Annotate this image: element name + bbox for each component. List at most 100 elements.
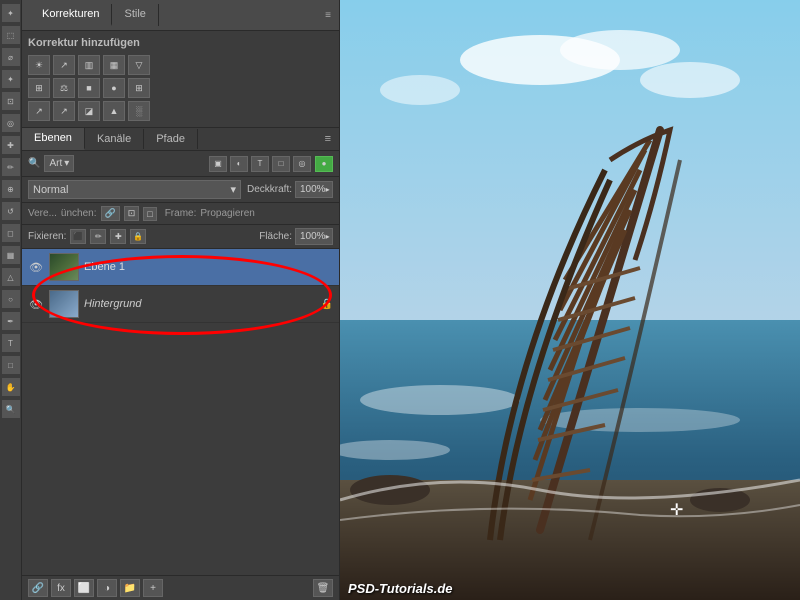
link-layers-btn[interactable]: 🔗 xyxy=(28,579,48,597)
tab-stile[interactable]: Stile xyxy=(112,4,158,26)
corr-colorbalance[interactable]: ⊞ xyxy=(28,78,50,98)
canvas-area: ✛ PSD-Tutorials.de xyxy=(340,0,800,600)
options-bar: Vere... ünchen: 🔗 ⊡ □ Frame: Propagieren xyxy=(22,203,339,225)
corr-posterize[interactable]: ↗ xyxy=(53,101,75,121)
fixieren-label: Fixieren: xyxy=(28,231,66,242)
corr-huesat[interactable]: ▽ xyxy=(128,55,150,75)
fill-control: Fläche: 100% ▸ xyxy=(259,228,333,245)
corrections-row-1: ☀ ↗ ▥ ▦ ▽ xyxy=(28,55,333,75)
corr-photfilter[interactable]: ■ xyxy=(78,78,100,98)
tool-clone[interactable]: ⊕ xyxy=(2,180,20,198)
corr-bw[interactable]: ⚖ xyxy=(53,78,75,98)
filter-smart-btn[interactable]: ◎ xyxy=(293,156,311,172)
new-group-btn[interactable]: 📁 xyxy=(120,579,140,597)
blend-mode-label: Normal xyxy=(33,184,68,196)
tool-eyedrop[interactable]: ◎ xyxy=(2,114,20,132)
corrections-panel-header: Korrekturen Stile ≡ xyxy=(22,0,339,31)
tool-blur[interactable]: △ xyxy=(2,268,20,286)
blend-bar: Normal ▾ Deckkraft: 100% ▸ xyxy=(22,177,339,203)
tool-dodge[interactable]: ○ xyxy=(2,290,20,308)
corr-threshold[interactable]: ◪ xyxy=(78,101,100,121)
layer-visibility-ebene1[interactable]: 👁 xyxy=(28,259,44,275)
layers-area: Ebenen Kanäle Pfade ≡ 🔍 Art ▾ ▣ ◐ T xyxy=(22,128,339,600)
corrections-menu-icon[interactable]: ≡ xyxy=(325,10,331,21)
canvas-image xyxy=(340,0,800,600)
tab-korrekturen[interactable]: Korrekturen xyxy=(30,4,112,26)
new-fill-btn[interactable]: ◑ xyxy=(97,579,117,597)
tool-pen[interactable]: ✒ xyxy=(2,312,20,330)
quick-mask-btn[interactable]: ⊡ xyxy=(124,206,140,221)
filter-adjustment-btn[interactable]: ◐ xyxy=(230,156,248,172)
add-style-btn[interactable]: fx xyxy=(51,579,71,597)
fill-label: Fläche: xyxy=(259,231,292,242)
frame-label: Frame: xyxy=(165,208,197,219)
corr-colorlookup[interactable]: ⊞ xyxy=(128,78,150,98)
corrections-icon-grid: ☀ ↗ ▥ ▦ ▽ ⊞ ⚖ ■ ● ⊞ ↗ ↗ ◪ ▲ xyxy=(28,55,333,121)
filter-shape-btn[interactable]: □ xyxy=(272,156,290,172)
filter-type-dropdown[interactable]: Art ▾ xyxy=(44,155,74,172)
tool-history[interactable]: ↺ xyxy=(2,202,20,220)
tool-zoom[interactable]: 🔍 xyxy=(2,400,20,418)
filter-pixel-btn[interactable]: ▣ xyxy=(209,156,227,172)
layers-menu-icon[interactable]: ≡ xyxy=(317,129,339,149)
filter-type-btn[interactable]: T xyxy=(251,156,269,172)
corr-brightness[interactable]: ☀ xyxy=(28,55,50,75)
tool-hand[interactable]: ✋ xyxy=(2,378,20,396)
new-layer-btn[interactable]: + xyxy=(143,579,163,597)
propagate-label: Propagieren xyxy=(200,208,254,219)
tool-magic[interactable]: ✦ xyxy=(2,70,20,88)
lock-all-btn[interactable]: 🔒 xyxy=(130,229,146,244)
corrections-content: Korrektur hinzufügen ☀ ↗ ▥ ▦ ▽ ⊞ ⚖ ■ ● ⊞ xyxy=(22,31,339,128)
layer-visibility-hintergrund[interactable]: 👁 xyxy=(28,296,44,312)
delete-layer-btn[interactable]: 🗑 xyxy=(313,579,333,597)
corr-curves[interactable]: ↗ xyxy=(53,55,75,75)
tab-pfade[interactable]: Pfade xyxy=(144,129,198,149)
filter-toggle-btn[interactable]: ● xyxy=(315,156,333,172)
watermark: PSD-Tutorials.de xyxy=(348,581,453,596)
corr-exposure[interactable]: ▥ xyxy=(78,55,100,75)
corrections-row-2: ⊞ ⚖ ■ ● ⊞ xyxy=(28,78,333,98)
tab-ebenen[interactable]: Ebenen xyxy=(22,128,85,150)
tool-text[interactable]: T xyxy=(2,334,20,352)
blend-mode-dropdown[interactable]: Normal ▾ xyxy=(28,180,241,199)
link-icon-btn[interactable]: 🔗 xyxy=(101,206,120,221)
corrections-row-3: ↗ ↗ ◪ ▲ ░ xyxy=(28,101,333,121)
lock-pixels-btn[interactable]: ⬛ xyxy=(70,229,86,244)
opacity-label: Deckkraft: xyxy=(247,184,292,195)
tool-brush[interactable]: ✏ xyxy=(2,158,20,176)
verknuepfen-label: Vere... xyxy=(28,208,57,219)
lock-bar: Fixieren: ⬛ ✏ ✚ 🔒 Fläche: 100% ▸ xyxy=(22,225,339,249)
fill-input[interactable]: 100% ▸ xyxy=(295,228,333,245)
add-mask-btn[interactable]: ⬜ xyxy=(74,579,94,597)
lock-artboard-btn[interactable]: ✚ xyxy=(110,229,126,244)
layer-row-hintergrund[interactable]: 👁 Hintergrund 🔒 xyxy=(22,286,339,323)
tab-kanaele[interactable]: Kanäle xyxy=(85,129,144,149)
layers-list: 👁 Ebene 1 👁 Hintergrund 🔒 xyxy=(22,249,339,575)
tool-eraser[interactable]: ◻ xyxy=(2,224,20,242)
corr-channelmix[interactable]: ● xyxy=(103,78,125,98)
layer-row-ebene1[interactable]: 👁 Ebene 1 xyxy=(22,249,339,286)
layer-thumbnail-ebene1 xyxy=(49,253,79,281)
layers-bottom-bar: 🔗 fx ⬜ ◑ 📁 + 🗑 xyxy=(22,575,339,600)
corr-vibrance[interactable]: ▦ xyxy=(103,55,125,75)
tool-move[interactable]: ✦ xyxy=(2,4,20,22)
blend-chevron: ▾ xyxy=(230,183,236,196)
opacity-control: Deckkraft: 100% ▸ xyxy=(247,181,333,198)
tool-lasso[interactable]: ⌀ xyxy=(2,48,20,66)
tool-shape[interactable]: □ xyxy=(2,356,20,374)
verbinden-label: ünchen: xyxy=(61,208,97,219)
tool-gradient[interactable]: ▦ xyxy=(2,246,20,264)
layers-tabs-header: Ebenen Kanäle Pfade ≡ xyxy=(22,128,339,151)
tool-heal[interactable]: ✚ xyxy=(2,136,20,154)
panel-area: Korrekturen Stile ≡ Korrektur hinzufügen… xyxy=(22,0,340,600)
tool-crop[interactable]: ⊡ xyxy=(2,92,20,110)
corr-selective[interactable]: ░ xyxy=(128,101,150,121)
layer-lock-hintergrund: 🔒 xyxy=(321,299,333,310)
lock-position-btn[interactable]: ✏ xyxy=(90,229,106,244)
corr-invert[interactable]: ↗ xyxy=(28,101,50,121)
filter-search-icon: 🔍 xyxy=(28,158,40,169)
tool-select[interactable]: ⬚ xyxy=(2,26,20,44)
opacity-input[interactable]: 100% ▸ xyxy=(295,181,333,198)
group-mask-btn[interactable]: □ xyxy=(143,207,156,221)
corr-gradient-map[interactable]: ▲ xyxy=(103,101,125,121)
